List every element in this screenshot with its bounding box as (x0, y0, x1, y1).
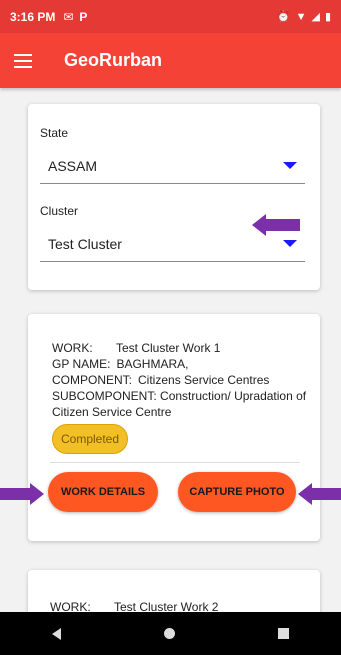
cluster-value: Test Cluster (48, 235, 122, 252)
capture-photo-button[interactable]: CAPTURE PHOTO (178, 472, 296, 512)
home-icon[interactable] (163, 628, 175, 639)
cluster-label: Cluster (40, 204, 79, 218)
work-card: WORK: Test Cluster Work 2 (28, 570, 320, 612)
filter-card: State ASSAM Cluster Test Cluster (28, 104, 320, 290)
app-title: GeoRurban (64, 50, 163, 70)
chevron-down-icon (283, 240, 297, 247)
work-value: Test Cluster Work 2 (114, 600, 219, 612)
subcomponent-label: SUBCOMPONENT: (52, 389, 157, 403)
work-info: WORK: Test Cluster Work 2 (50, 600, 218, 612)
component-label: COMPONENT: (52, 373, 133, 387)
battery-icon: ▮ (324, 11, 331, 23)
status-badge: Completed (52, 424, 129, 454)
work-info: WORK: Test Cluster Work 1 GP NAME: BAGHMAR… (52, 340, 314, 420)
chevron-down-icon (283, 162, 297, 169)
component-value: Citizens Service Centres (138, 373, 270, 387)
divider (50, 462, 300, 463)
signal-icon: ◢ (311, 11, 320, 23)
hamburger-menu-icon[interactable] (14, 49, 38, 73)
alarm-icon: ⏰ (276, 11, 291, 23)
main-content[interactable]: State ASSAM Cluster Test Cluster WORK: Te… (0, 88, 341, 612)
work-value: Test Cluster Work 1 (116, 341, 221, 355)
wifi-icon: ▼ (295, 10, 307, 23)
status-time: 3:16 PM (10, 9, 56, 24)
work-label: WORK: (50, 600, 91, 612)
gmail-icon: ✉ (63, 9, 74, 24)
work-label: WORK: (52, 341, 93, 355)
status-bar: 3:16 PM ✉ P ⏰ ▼ ◢ ▮ (0, 0, 341, 33)
app-bar: GeoRurban (0, 33, 341, 88)
p-app-icon: P (79, 9, 88, 24)
system-nav-bar (0, 612, 341, 655)
work-details-button[interactable]: WORK DETAILS (48, 472, 158, 512)
state-value: ASSAM (48, 157, 98, 174)
state-label: State (40, 126, 69, 140)
recent-apps-icon[interactable] (278, 628, 290, 639)
gp-value: BAGHMARA, (116, 357, 189, 371)
back-icon[interactable] (51, 627, 61, 640)
work-card: WORK: Test Cluster Work 1 GP NAME: BAGHMAR… (28, 314, 320, 541)
gp-label: GP NAME: (52, 357, 111, 371)
state-select[interactable]: ASSAM (40, 148, 305, 184)
